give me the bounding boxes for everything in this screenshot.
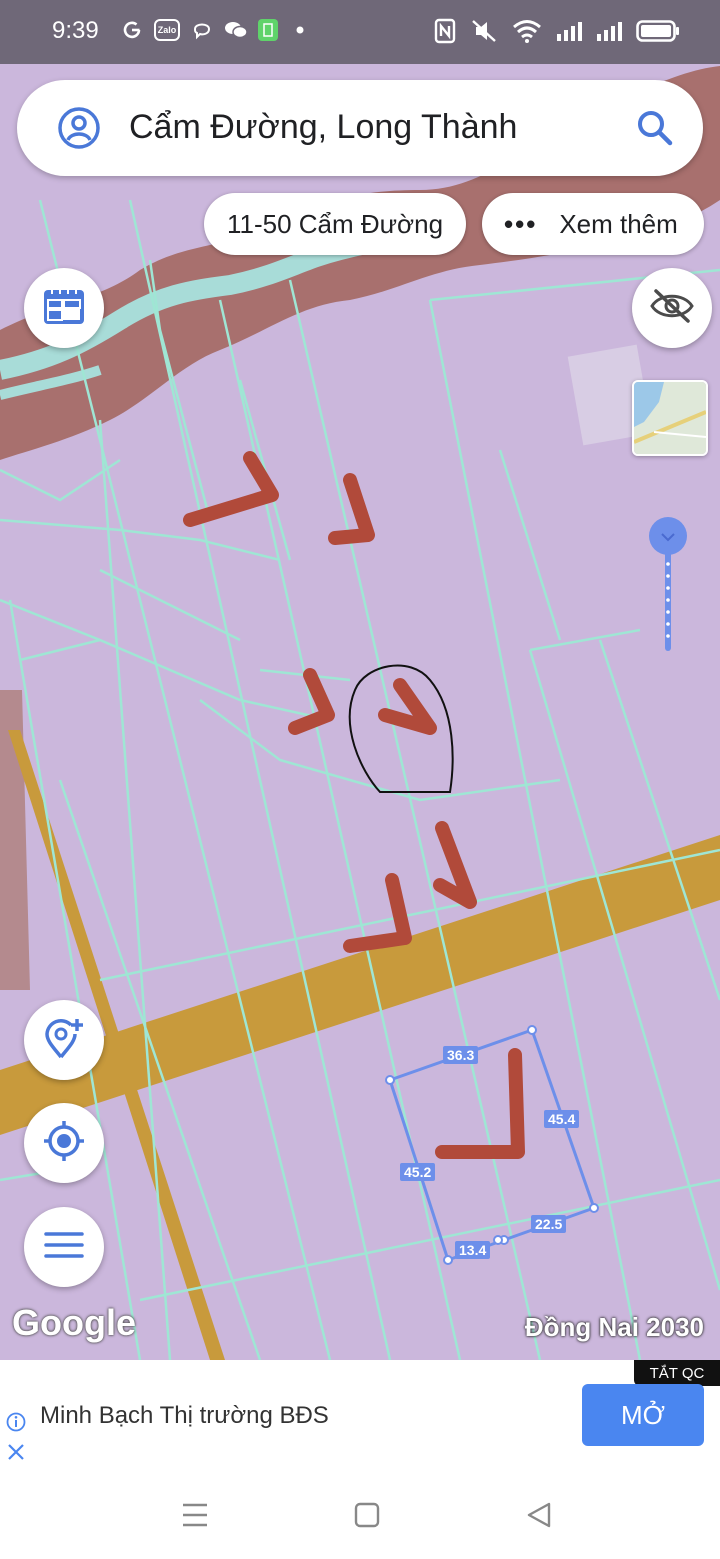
address-chip-label: 11-50 Cẩm Đường bbox=[226, 208, 444, 239]
more-chip-label: Xem thêm bbox=[559, 208, 678, 239]
ad-open-button[interactable]: MỞ bbox=[582, 1384, 704, 1446]
add-location-icon bbox=[41, 1015, 87, 1066]
ad-banner[interactable]: TẮT QC Minh Bạch Thị trường BĐS MỞ bbox=[0, 1360, 720, 1470]
address-chip[interactable]: 11-50 Cẩm Đường bbox=[204, 193, 466, 255]
hamburger-icon bbox=[44, 1230, 84, 1265]
mute-icon bbox=[470, 18, 498, 49]
google-logo: Google bbox=[12, 1302, 136, 1343]
signal-icon bbox=[596, 20, 622, 47]
status-time: 9:39 bbox=[52, 17, 99, 44]
crosshair-icon bbox=[41, 1118, 87, 1169]
close-icon[interactable] bbox=[6, 1442, 26, 1462]
map-canvas bbox=[0, 64, 720, 1360]
nfc-icon bbox=[434, 18, 456, 49]
back-icon[interactable] bbox=[524, 1500, 554, 1530]
measure-label-1: 36.3 bbox=[443, 1046, 479, 1064]
minimap-thumbnail[interactable] bbox=[632, 380, 708, 456]
measure-label-4: 22.5 bbox=[531, 1215, 567, 1233]
menu-button[interactable] bbox=[24, 1207, 104, 1287]
status-bar: 9:39 Zalo bbox=[0, 0, 720, 64]
ad-text: Minh Bạch Thị trường BĐS bbox=[40, 1402, 329, 1429]
measure-label-2: 45.4 bbox=[544, 1110, 580, 1128]
add-place-button[interactable] bbox=[24, 1000, 104, 1080]
search-query[interactable]: Cẩm Đường, Long Thành bbox=[129, 108, 517, 147]
system-nav-bar bbox=[0, 1470, 720, 1559]
visibility-toggle-button[interactable] bbox=[632, 268, 712, 348]
signal-icon bbox=[556, 20, 582, 47]
viber-icon bbox=[190, 18, 214, 42]
wechat-icon bbox=[224, 18, 248, 42]
calendar-table-icon bbox=[42, 286, 86, 331]
wifi-icon bbox=[512, 19, 542, 48]
overlay-name-label: Đồng Nai 2030 bbox=[524, 1312, 704, 1342]
ad-off-badge[interactable]: TẮT QC bbox=[634, 1360, 720, 1386]
zalo-icon: Zalo bbox=[154, 19, 180, 41]
battery-icon bbox=[636, 20, 680, 47]
dot-icon bbox=[288, 18, 312, 42]
measure-label-3: 45.2 bbox=[400, 1163, 436, 1181]
measure-label-5: 13.4 bbox=[455, 1241, 491, 1259]
account-icon[interactable] bbox=[57, 106, 101, 155]
search-icon[interactable] bbox=[635, 108, 675, 153]
layers-table-button[interactable] bbox=[24, 268, 104, 348]
more-chip[interactable]: ••• Xem thêm bbox=[482, 193, 704, 255]
status-notification-icons: Zalo bbox=[120, 18, 312, 42]
my-location-button[interactable] bbox=[24, 1103, 104, 1183]
map-view[interactable]: 36.3 45.4 45.2 22.5 13.4 bbox=[0, 64, 720, 1360]
recent-apps-icon[interactable] bbox=[180, 1500, 210, 1530]
battery-saver-icon bbox=[258, 19, 278, 41]
more-dots-icon: ••• bbox=[504, 208, 538, 239]
home-icon[interactable] bbox=[352, 1500, 382, 1530]
eye-off-icon bbox=[650, 288, 694, 328]
zalo-label: Zalo bbox=[157, 25, 177, 35]
google-icon bbox=[120, 18, 144, 42]
info-icon[interactable] bbox=[6, 1412, 26, 1432]
opacity-slider[interactable] bbox=[648, 514, 688, 654]
search-bar[interactable]: Cẩm Đường, Long Thành bbox=[17, 80, 703, 176]
status-system-icons bbox=[434, 18, 680, 49]
